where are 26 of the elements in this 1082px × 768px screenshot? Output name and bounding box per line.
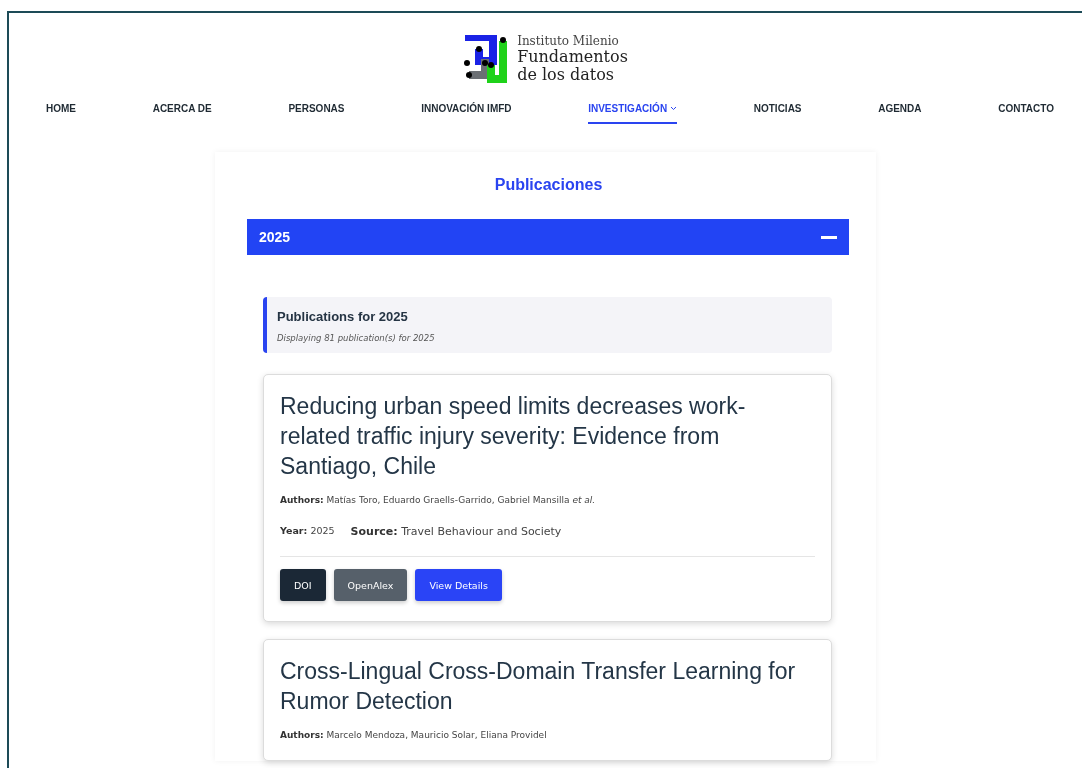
nav-link[interactable]: ACERCA DE	[152, 103, 212, 124]
nav-link[interactable]: AGENDA	[878, 103, 922, 124]
year-label: 2025	[259, 229, 291, 245]
nav-link[interactable]: INNOVACIÓN IMFD	[421, 103, 512, 124]
doi-button[interactable]: DOI	[280, 569, 326, 601]
nav-link[interactable]: NOTICIAS	[753, 103, 802, 124]
details-button[interactable]: View Details	[415, 569, 502, 601]
minus-icon	[821, 235, 837, 239]
nav-link[interactable]: HOME	[46, 103, 76, 124]
logo-subtitle: Instituto Milenio	[517, 35, 620, 47]
page-title: Publicaciones	[493, 175, 604, 194]
nav-link[interactable]: CONTACTO	[998, 103, 1054, 124]
publication-title: Cross-Lingual Cross-Domain Transfer Learning for Rumor Detection	[280, 657, 797, 716]
nav-link[interactable]: INVESTIGACIÓN	[588, 103, 678, 124]
authors-text: Authors: Matías Toro, Eduardo Graells-Garrido, Gabriel Mansilla et al.	[280, 495, 597, 505]
year-accordion-header[interactable]: 2025	[247, 219, 849, 255]
source-text: Source: Travel Behaviour and Society	[350, 525, 562, 538]
logo-title: Fundamentos	[517, 49, 628, 65]
publication-title: Reducing urban speed limits decreases work-related traffic injury severity: Evidence from Santiago, Chile	[280, 392, 747, 481]
info-subtitle: Displaying 81 publication(s) for 2025	[277, 333, 436, 343]
authors-text: Authors: Marcelo Mendoza, Mauricio Solar, Eliana Providel	[280, 730, 548, 740]
openalex-button[interactable]: OpenAlex	[333, 569, 408, 601]
logo-title: de los datos	[517, 67, 616, 83]
info-title: Publications for 2025	[277, 309, 409, 324]
nav-link[interactable]: PERSONAS	[288, 103, 345, 124]
year-text: Year: 2025	[280, 525, 335, 538]
